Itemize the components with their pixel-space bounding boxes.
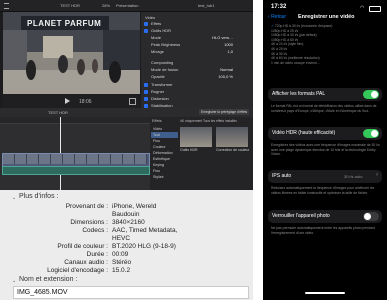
info-value: BT.2020 HLG (9-18-9)	[112, 243, 176, 250]
inspector-row[interactable]: Peak Brightness 1000	[141, 41, 253, 48]
pal-description: Le format PAL est un format de télédiffu…	[271, 104, 377, 113]
inspector-row[interactable]: Effets	[141, 20, 253, 27]
timeline-toolbar: TEST HDR Enregistrer la préréglage d'eff…	[0, 108, 253, 117]
viewer-controls: 18:06	[3, 95, 140, 108]
fps-description: Réduisez automatiquement la fréquence d'…	[271, 186, 375, 195]
timeline-ruler	[0, 117, 150, 124]
info-key: Profil de couleur :	[57, 243, 108, 250]
info-value: AAC, Timed Metadata, HEVC	[112, 227, 178, 242]
inspector-row[interactable]: Opacité 100,0 %	[141, 73, 253, 80]
nav-title: Enregistrer une vidéo	[298, 14, 355, 20]
fps-cell[interactable]: IPS auto 30 i/s auto ›	[268, 170, 382, 183]
clip-thumbnails	[3, 154, 147, 164]
format-note: 1 min de vidéo occupe environ…	[271, 60, 321, 65]
inspector-panel: Vidéo Effets Outils HDR Mode HLG vers… Pe…	[141, 12, 253, 109]
fps-label: IPS auto	[272, 173, 292, 179]
timeline-title: TEST HDR	[48, 110, 68, 115]
inspector-row[interactable]: Mode HLG vers…	[141, 34, 253, 41]
video-format-list[interactable]: ✓ 720p HD à 30 i/s (économie d'espace) 1…	[271, 24, 383, 65]
battery-icon	[369, 6, 381, 12]
pal-cell[interactable]: Afficher les formats PAL	[268, 88, 382, 101]
lock-camera-cell[interactable]: Verrouiller l'appareil photo	[268, 210, 382, 223]
hdr-toggle[interactable]	[363, 129, 379, 138]
more-info-title: Plus d'infos :	[19, 193, 59, 200]
info-value: 00:09	[112, 251, 129, 258]
info-key: Codecs :	[82, 227, 108, 234]
info-key: Logiciel d'encodage :	[47, 267, 108, 274]
chevron-right-icon: ›	[376, 172, 378, 178]
audio-clip[interactable]	[2, 166, 150, 175]
wifi-icon: ◠	[360, 5, 365, 11]
info-key: Provenant de :	[65, 203, 108, 210]
info-value: iPhone, Wereld Baudouin	[112, 203, 157, 218]
effect-thumbnail[interactable]	[216, 127, 248, 147]
fcp-window: TEST HDR 28% Présentation test_hdr1 PLAN…	[0, 0, 253, 190]
inspector-row[interactable]: Mode de fusion Normal	[141, 66, 253, 73]
fps-value: 30 i/s auto	[344, 173, 363, 179]
fcp-toolbar: TEST HDR 28% Présentation test_hdr1	[0, 0, 253, 12]
inspector-row[interactable]: Rogner	[141, 88, 253, 95]
info-key: Canaux audio :	[64, 259, 108, 266]
store-sign: PLANET PARFUM	[27, 19, 102, 28]
play-icon[interactable]	[65, 98, 70, 104]
effect-thumbnail-label: Outils HDR	[180, 148, 198, 152]
disclosure-icon[interactable]: ⌄	[12, 278, 16, 284]
inspector-row[interactable]: Mixage 1,0	[141, 48, 253, 55]
home-indicator	[305, 292, 345, 294]
filename-field[interactable]: IMG_4685.MOV	[13, 286, 249, 299]
hdr-description: Enregistrez des vidéos avec une fréquenc…	[271, 143, 380, 157]
effect-thumbnail[interactable]	[180, 127, 212, 147]
info-key: Durée :	[86, 251, 108, 258]
project-tab[interactable]: TEST HDR	[60, 3, 80, 8]
info-value: Stéréo	[112, 259, 132, 266]
inspector-row[interactable]: Distorsion	[141, 95, 253, 102]
menu-icon[interactable]	[4, 3, 9, 9]
lock-camera-label: Verrouiller l'appareil photo	[272, 213, 330, 219]
hdr-cell[interactable]: Vidéo HDR (haute efficacité)	[268, 127, 382, 140]
info-value: 15.0.2	[112, 267, 131, 274]
timecode: 18:06	[79, 99, 92, 105]
effects-filter-tab[interactable]: 4K uniquement Tous les effets installés	[180, 119, 237, 123]
info-value: 3840×2160	[112, 219, 145, 226]
effect-thumbnail-label: Correction de couleur	[216, 148, 250, 152]
lock-camera-description: Ne pas permuter automatiquement entre le…	[271, 226, 375, 235]
inspector-row[interactable]: Compositing	[141, 59, 253, 66]
fullscreen-icon[interactable]	[129, 98, 136, 105]
zoom-level[interactable]: 28%	[102, 3, 110, 8]
effects-category[interactable]: Stylisé	[151, 174, 178, 180]
timeline[interactable]	[0, 117, 150, 190]
name-section-title: Nom et extension :	[19, 276, 78, 283]
inspector-row[interactable]: Outils HDR	[141, 27, 253, 34]
effects-browser: Effets 4K uniquement Tous les effets ins…	[150, 117, 253, 190]
pal-label: Afficher les formats PAL	[272, 91, 326, 97]
hdr-label: Vidéo HDR (haute efficacité)	[272, 130, 336, 136]
filename-value: IMG_4685.MOV	[17, 289, 68, 296]
lock-camera-toggle[interactable]	[363, 212, 379, 221]
iphone-screen: 17:32 ◠ ‹ Retour Enregistrer une vidéo ✓…	[263, 0, 387, 300]
save-preset-button[interactable]: Enregistrer la préréglage d'effets	[199, 109, 250, 115]
file-info-panel: ⌄ Plus d'infos : Provenant de : iPhone, …	[0, 190, 253, 300]
status-time: 17:32	[271, 4, 287, 10]
inspector-row[interactable]: Transformer	[141, 81, 253, 88]
inspector-title: test_hdr1	[198, 3, 215, 8]
effects-title: Effets	[152, 119, 162, 123]
viewer[interactable]: PLANET PARFUM	[3, 12, 140, 94]
disclosure-icon[interactable]: ⌄	[12, 195, 16, 201]
presentation-menu[interactable]: Présentation	[116, 3, 138, 8]
info-key: Dimensions :	[70, 219, 108, 226]
back-button[interactable]: ‹ Retour	[268, 14, 286, 20]
pal-toggle[interactable]	[363, 90, 379, 99]
